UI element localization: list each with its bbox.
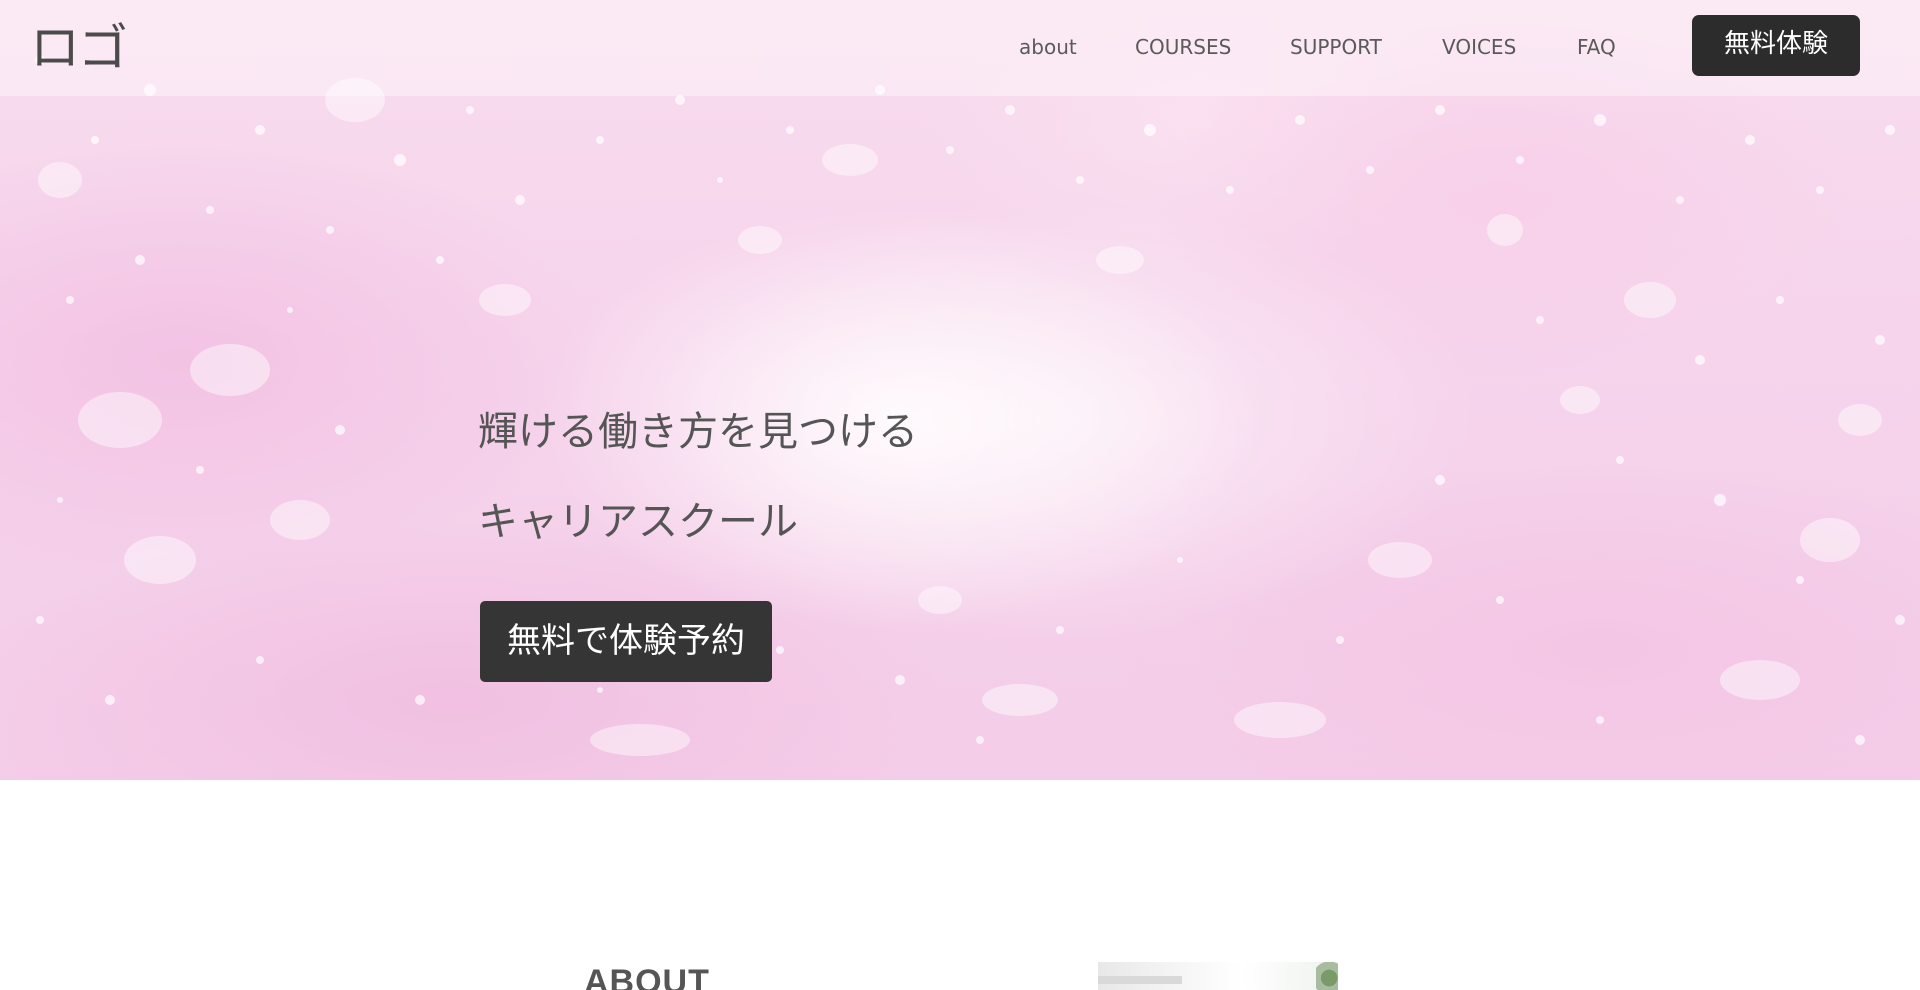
hero-section	[0, 0, 1920, 780]
about-image	[1098, 962, 1338, 990]
free-trial-button[interactable]: 無料体験	[1692, 15, 1860, 76]
about-image-detail	[1098, 976, 1182, 984]
nav-voices[interactable]: VOICES	[1442, 34, 1516, 60]
hero-heading-line1: 輝ける働き方を見つける	[478, 409, 918, 455]
site-header: ロゴ about COURSES SUPPORT VOICES FAQ 無料体験	[0, 0, 1920, 96]
sakura-bokeh-background	[35, 55, 1905, 756]
book-free-trial-button[interactable]: 無料で体験予約	[480, 601, 772, 682]
hero-heading-line2: キャリアスクール	[478, 499, 798, 545]
nav-courses[interactable]: COURSES	[1135, 34, 1231, 60]
page: ロゴ about COURSES SUPPORT VOICES FAQ 無料体験…	[0, 0, 1920, 990]
plant-image-detail	[1316, 962, 1338, 990]
nav-faq[interactable]: FAQ	[1577, 34, 1616, 60]
about-title: ABOUT	[584, 963, 710, 990]
nav-support[interactable]: SUPPORT	[1290, 34, 1382, 60]
site-logo[interactable]: ロゴ	[30, 20, 128, 76]
nav-about[interactable]: about	[1019, 34, 1077, 60]
